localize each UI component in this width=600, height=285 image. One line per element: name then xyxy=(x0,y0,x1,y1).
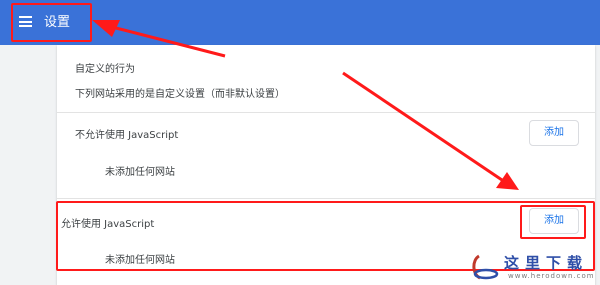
block-empty-text: 未添加任何网站 xyxy=(105,167,175,178)
divider xyxy=(57,112,595,113)
watermark-url: www.herodown.com xyxy=(508,272,595,280)
block-javascript-label: 不允许使用 JavaScript xyxy=(75,130,179,141)
settings-card xyxy=(57,45,595,285)
custom-behavior-description: 下列网站采用的是自定义设置（而非默认设置） xyxy=(75,89,285,100)
divider xyxy=(57,198,595,199)
allow-empty-text: 未添加任何网站 xyxy=(105,255,175,266)
add-allow-site-button[interactable]: 添加 xyxy=(529,208,579,234)
watermark: 这里下载 www.herodown.com xyxy=(470,250,600,285)
custom-behavior-heading: 自定义的行为 xyxy=(75,64,135,75)
watermark-logo xyxy=(472,254,499,280)
watermark-title: 这里下载 xyxy=(504,254,589,272)
allow-javascript-label: 允许使用 JavaScript xyxy=(61,219,155,230)
add-block-site-button[interactable]: 添加 xyxy=(529,120,579,146)
page-title: 设置 xyxy=(44,15,71,30)
hamburger-menu-icon[interactable] xyxy=(19,16,32,27)
app-header: 设置 xyxy=(0,0,600,45)
